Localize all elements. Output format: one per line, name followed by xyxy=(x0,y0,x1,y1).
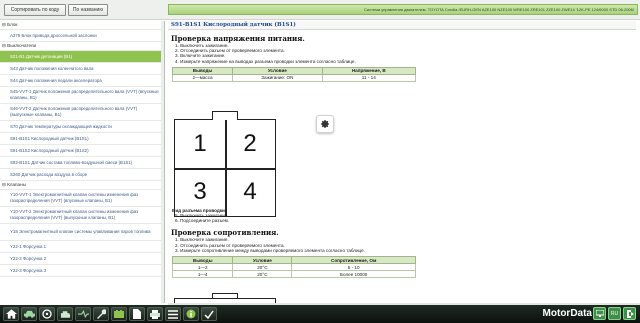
tree-item[interactable]: S92-B1S1 Датчик состава топливо-воздушно… xyxy=(0,157,164,169)
table-row: 2—масса Зажигание: ON 11 - 14 xyxy=(171,73,417,82)
tree-group-label[interactable]: ⊟ Выключатели xyxy=(0,42,164,51)
wiring-icon xyxy=(77,309,89,318)
tree-item[interactable]: S70 Датчик температуры охлаждающей жидко… xyxy=(0,121,164,133)
exit-icon xyxy=(626,309,634,318)
step-text: 4. Измерьте напряжение на выводах разъем… xyxy=(175,58,356,64)
table-row: 1—2 20°C 5 - 10 xyxy=(171,263,416,272)
table-cell: 1—4 xyxy=(171,270,234,279)
sort-by-name-button[interactable]: По названию xyxy=(68,4,108,16)
tree-item[interactable]: Y22-1 Форсунка 1 xyxy=(0,241,164,253)
tree-item[interactable]: S43 Датчик положения коленчатого вала xyxy=(0,63,164,75)
table-row: 1—4 20°C Более 10000 xyxy=(171,270,416,279)
settings-button[interactable] xyxy=(316,115,334,133)
car-icon xyxy=(23,310,35,318)
bottom-toolbar: MotorData RU xyxy=(0,305,640,323)
table-cell: 20°C xyxy=(232,263,293,272)
engine-button[interactable] xyxy=(57,307,73,321)
connector-latch xyxy=(212,293,238,299)
table-header: Условие xyxy=(232,66,323,75)
step-text: 6. Подсоедините разъем. xyxy=(175,218,230,224)
table-header: Выводы xyxy=(171,66,234,75)
tree-item[interactable]: Y10-VVT-1 Электромагнитный клапан систем… xyxy=(0,190,164,207)
connector-diagram: 1 2 3 4 xyxy=(174,111,276,217)
info-button[interactable] xyxy=(183,307,199,321)
tree-item[interactable]: S91-B1S1 Кислородный датчик (B1S1) xyxy=(0,133,164,145)
home-icon xyxy=(5,309,17,319)
tools-button[interactable] xyxy=(93,307,109,321)
battery-icon xyxy=(114,310,124,318)
car-button[interactable] xyxy=(21,307,37,321)
monitor-button[interactable] xyxy=(593,307,606,320)
table-header: Сопротивление, Ом xyxy=(291,256,416,265)
tree-group-blocks: ⊟ Блок A375 Блок привода дроссельной зас… xyxy=(0,21,164,42)
tree-item[interactable]: Y10-VVT-2 Электромагнитный клапан систем… xyxy=(0,207,164,224)
table-cell: 5 - 10 xyxy=(291,263,416,272)
table-cell: Зажигание: ON xyxy=(232,73,323,82)
table-cell: 2—масса xyxy=(171,73,234,82)
top-toolbar: Сортировать по коду По названию Система … xyxy=(0,0,640,20)
tree-item-selected[interactable]: S21-B1 Датчик детонации (B1) xyxy=(0,51,164,63)
connector-pin-2: 2 xyxy=(243,130,257,157)
document-view: S91-B1S1 Кислородный датчик (B1S1) Прове… xyxy=(168,21,636,303)
battery-button[interactable] xyxy=(111,307,127,321)
connector-pin-3: 3 xyxy=(193,178,207,205)
tree-item[interactable]: S46-VVT-2 Датчик положения распределител… xyxy=(0,104,164,121)
table-header: Условие xyxy=(232,256,293,265)
document-icon xyxy=(133,309,141,319)
vehicle-title-strip: Система управления двигателем. TOYOTA Co… xyxy=(168,4,638,15)
tree-item[interactable]: Y22-2 Форсунка 2 xyxy=(0,253,164,265)
tree-item[interactable]: S260 Датчик расхода воздуха в сборе xyxy=(0,169,164,181)
component-header: S91-B1S1 Кислородный датчик (B1S1) xyxy=(168,21,636,30)
exit-button[interactable] xyxy=(623,307,636,320)
check-icon xyxy=(204,310,214,319)
tree-item[interactable]: S91-B1S2 Кислородный датчик (B1S2) xyxy=(0,145,164,157)
table-header: Выводы xyxy=(171,256,234,265)
check-button[interactable] xyxy=(201,307,217,321)
tree-group-label[interactable]: ⊟ Клапаны xyxy=(0,181,164,190)
table-cell: 1—2 xyxy=(171,263,234,272)
table-cell: 20°C xyxy=(232,270,293,279)
wrench-icon xyxy=(97,309,106,319)
engine-icon xyxy=(60,310,70,318)
voltage-section-title: Проверка напряжения питания. xyxy=(171,34,305,43)
connector-latch xyxy=(212,111,238,120)
document-button[interactable] xyxy=(129,307,145,321)
step-text: 3. Измерьте сопротивление между выводами… xyxy=(175,247,365,253)
tree-item[interactable]: Y18 Электромагнитный клапан системы улав… xyxy=(0,224,164,241)
table-cell: 11 - 14 xyxy=(321,73,417,82)
tree-item[interactable]: S45-VVT-1 Датчик положения распределител… xyxy=(0,87,164,104)
connector-pin-4: 4 xyxy=(243,178,257,205)
resistance-section-title: Проверка сопротивления. xyxy=(171,228,279,238)
sort-by-code-button[interactable]: Сортировать по коду xyxy=(4,4,66,16)
tree-group-valves: ⊟ Клапаны Y10-VVT-1 Электромагнитный кла… xyxy=(0,181,164,277)
print-icon xyxy=(150,309,160,319)
voltage-table: Выводы Условие Напряжение, В 2—масса Заж… xyxy=(171,66,417,82)
resistance-block: Вид разъема проводки. 5. Выключить зажиг… xyxy=(168,208,636,279)
component-tree: ⊟ Блок A375 Блок привода дроссельной зас… xyxy=(0,21,165,303)
list-icon xyxy=(168,309,178,319)
list-button[interactable] xyxy=(165,307,181,321)
gear-icon xyxy=(321,120,329,128)
resistance-table: Выводы Условие Сопротивление, Ом 1—2 20°… xyxy=(171,256,416,279)
table-cell: Более 10000 xyxy=(291,270,416,279)
diagram-button[interactable] xyxy=(75,307,91,321)
tree-scrollbar[interactable] xyxy=(161,21,164,303)
connector-divider xyxy=(175,168,275,170)
connector-pin-1: 1 xyxy=(193,130,207,157)
language-button[interactable]: RU xyxy=(608,307,621,320)
monitor-icon xyxy=(595,310,604,317)
brand-logo: MotorData xyxy=(542,308,592,319)
steering-wheel-icon xyxy=(42,309,52,319)
tree-item[interactable]: Y22-3 Форсунка 3 xyxy=(0,265,164,277)
tree-item[interactable]: A375 Блок привода дроссельной заслонки xyxy=(0,30,164,42)
info-icon xyxy=(186,309,196,319)
table-header: Напряжение, В xyxy=(321,66,417,75)
tree-group-switches: ⊟ Выключатели S21-B1 Датчик детонации (B… xyxy=(0,42,164,181)
wheel-button[interactable] xyxy=(39,307,55,321)
print-button[interactable] xyxy=(147,307,163,321)
tree-item[interactable]: S44 Датчик положения педали акселератора xyxy=(0,75,164,87)
home-button[interactable] xyxy=(3,307,19,321)
tree-group-label[interactable]: ⊟ Блок xyxy=(0,21,164,30)
